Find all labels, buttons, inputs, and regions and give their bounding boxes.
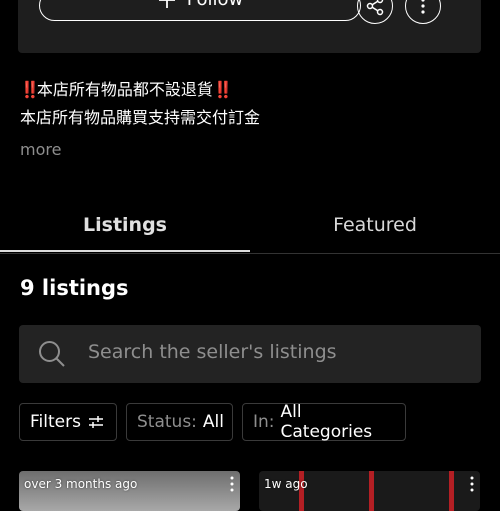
bio-line-1: ‼️本店所有物品都不設退貨‼️ bbox=[20, 76, 260, 104]
listing-card[interactable]: 1w ago bbox=[259, 471, 480, 511]
category-filter[interactable]: In: All Categories bbox=[242, 402, 406, 442]
sliders-icon bbox=[88, 416, 103, 428]
search-placeholder: Search the seller's listings bbox=[88, 341, 337, 363]
bio-more-link[interactable]: more bbox=[20, 140, 61, 159]
plus-icon bbox=[158, 0, 175, 8]
follow-label: Follow bbox=[187, 0, 243, 10]
tab-listings[interactable]: Listings bbox=[0, 197, 250, 252]
profile-tabs: Listings Featured bbox=[0, 197, 500, 254]
filters-button[interactable]: Filters bbox=[19, 403, 117, 441]
active-tab-indicator bbox=[0, 250, 250, 252]
category-value: All Categories bbox=[280, 402, 373, 442]
double-exclamation-icon: ‼️ bbox=[212, 80, 233, 99]
filters-label: Filters bbox=[30, 412, 81, 432]
status-prefix: Status: bbox=[137, 412, 197, 432]
more-vertical-icon[interactable] bbox=[230, 476, 234, 492]
bio-line-1-text: 本店所有物品都不設退貨 bbox=[36, 80, 213, 99]
image-detail bbox=[369, 471, 374, 511]
listing-card[interactable]: over 3 months ago bbox=[19, 471, 240, 511]
image-detail bbox=[449, 471, 454, 511]
listings-count: 9 listings bbox=[20, 276, 129, 300]
share-icon bbox=[366, 0, 384, 16]
status-value: All bbox=[202, 412, 224, 432]
category-prefix: In: bbox=[253, 412, 275, 432]
bio-line-2: 本店所有物品購買支持需交付訂金￼ bbox=[20, 108, 261, 127]
follow-button[interactable]: Follow bbox=[39, 0, 361, 21]
tab-featured[interactable]: Featured bbox=[250, 197, 500, 252]
double-exclamation-icon: ‼️ bbox=[20, 80, 40, 99]
listing-time: over 3 months ago bbox=[24, 477, 138, 491]
listing-time: 1w ago bbox=[264, 477, 308, 491]
status-filter[interactable]: Status: All bbox=[126, 403, 233, 441]
listings-search-input[interactable]: Search the seller's listings bbox=[19, 325, 481, 383]
search-icon bbox=[39, 341, 65, 367]
more-vertical-icon[interactable] bbox=[470, 476, 474, 492]
more-vertical-icon bbox=[421, 0, 425, 14]
seller-bio: ‼️本店所有物品都不設退貨‼️ 本店所有物品購買支持需交付訂金￼ bbox=[20, 76, 260, 132]
